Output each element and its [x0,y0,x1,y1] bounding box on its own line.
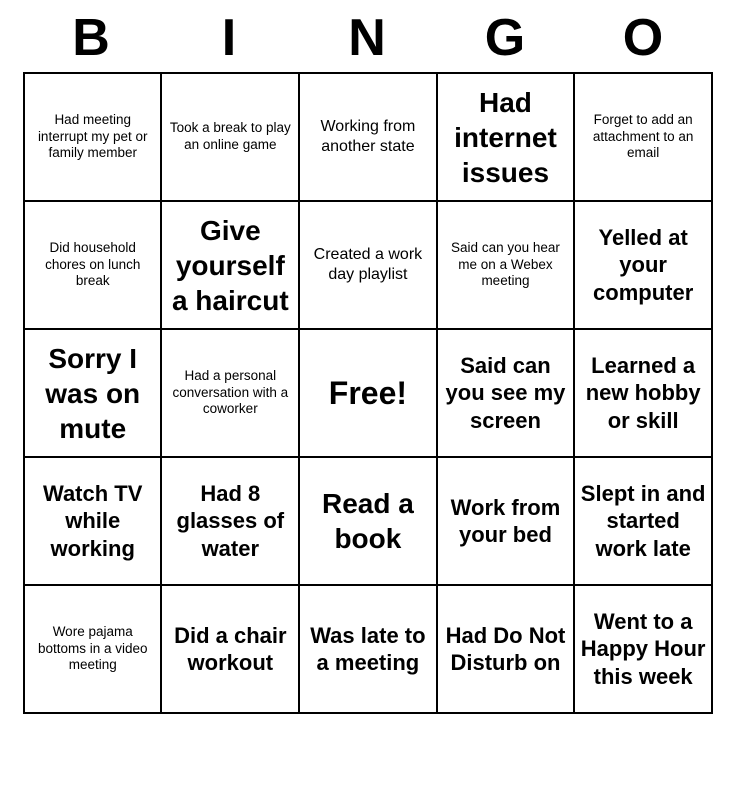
grid-row-4: Wore pajama bottoms in a video meetingDi… [24,585,712,713]
grid-cell-4-1: Did a chair workout [161,585,299,713]
grid-cell-4-0: Wore pajama bottoms in a video meeting [24,585,161,713]
bingo-letter-g: G [437,8,575,68]
grid-cell-4-2: Was late to a meeting [299,585,436,713]
grid-cell-1-4: Yelled at your computer [574,201,712,329]
grid-cell-3-4: Slept in and started work late [574,457,712,585]
grid-row-2: Sorry I was on muteHad a personal conver… [24,329,712,457]
grid-cell-2-4: Learned a new hobby or skill [574,329,712,457]
bingo-header: BINGO [23,0,713,72]
bingo-grid: Had meeting interrupt my pet or family m… [23,72,713,714]
grid-cell-3-1: Had 8 glasses of water [161,457,299,585]
grid-cell-2-2: Free! [299,329,436,457]
bingo-letter-n: N [299,8,437,68]
grid-cell-0-3: Had internet issues [437,73,575,201]
grid-cell-0-4: Forget to add an attachment to an email [574,73,712,201]
grid-cell-3-0: Watch TV while working [24,457,161,585]
grid-cell-0-0: Had meeting interrupt my pet or family m… [24,73,161,201]
grid-row-3: Watch TV while workingHad 8 glasses of w… [24,457,712,585]
grid-cell-1-0: Did household chores on lunch break [24,201,161,329]
grid-cell-1-1: Give yourself a haircut [161,201,299,329]
grid-cell-1-3: Said can you hear me on a Webex meeting [437,201,575,329]
bingo-letter-i: I [161,8,299,68]
grid-cell-2-3: Said can you see my screen [437,329,575,457]
grid-cell-2-0: Sorry I was on mute [24,329,161,457]
grid-cell-3-2: Read a book [299,457,436,585]
grid-cell-1-2: Created a work day playlist [299,201,436,329]
grid-cell-0-1: Took a break to play an online game [161,73,299,201]
grid-cell-4-3: Had Do Not Disturb on [437,585,575,713]
grid-cell-0-2: Working from another state [299,73,436,201]
grid-cell-2-1: Had a personal conversation with a cowor… [161,329,299,457]
grid-row-1: Did household chores on lunch breakGive … [24,201,712,329]
bingo-letter-b: B [23,8,161,68]
grid-cell-3-3: Work from your bed [437,457,575,585]
bingo-letter-o: O [575,8,713,68]
grid-row-0: Had meeting interrupt my pet or family m… [24,73,712,201]
grid-cell-4-4: Went to a Happy Hour this week [574,585,712,713]
